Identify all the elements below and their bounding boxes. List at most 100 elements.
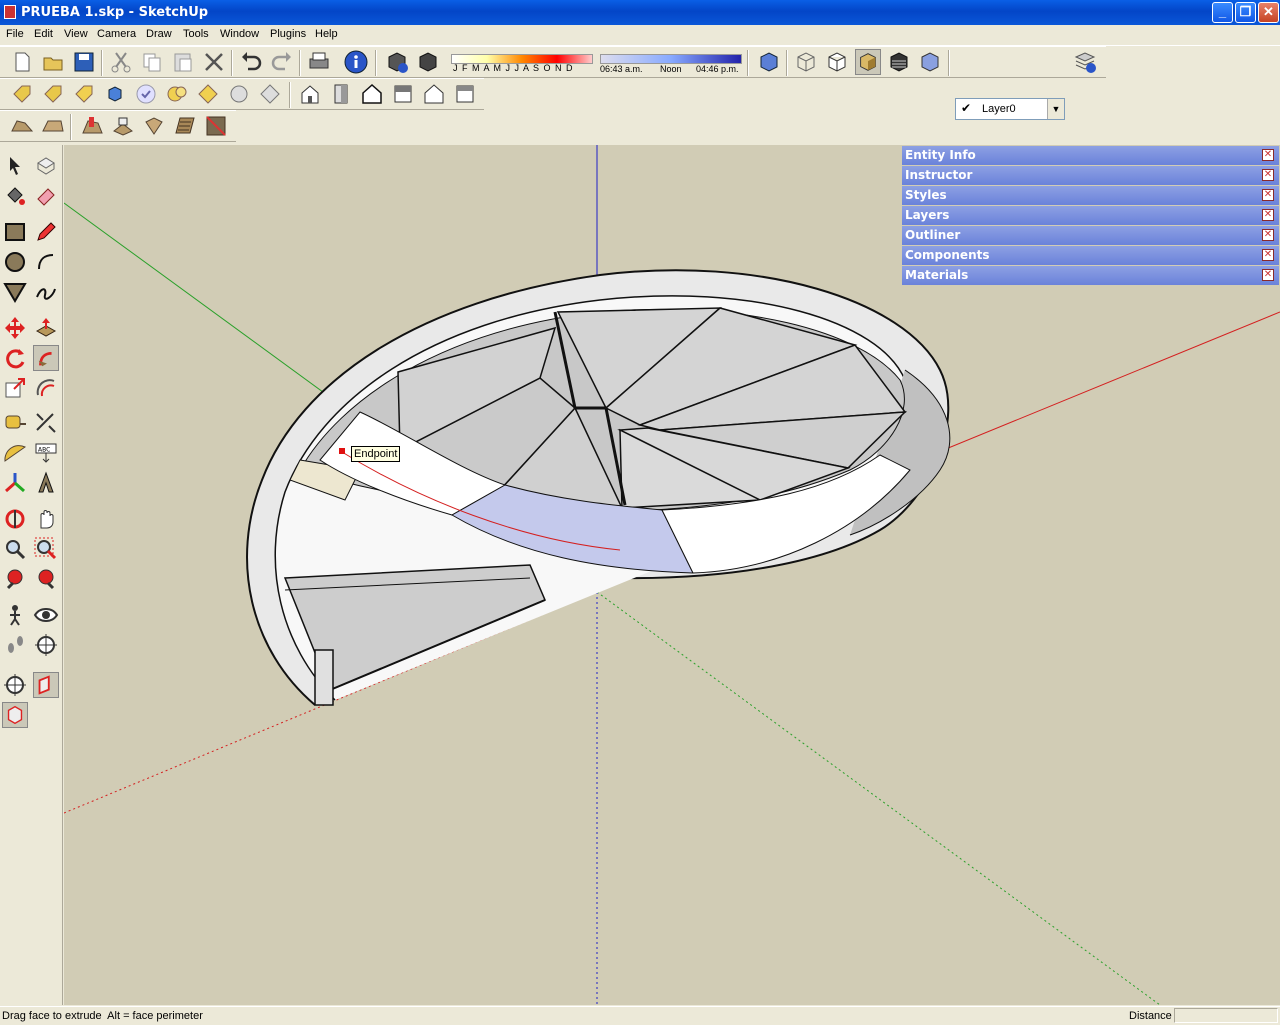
cube-icon[interactable]	[102, 81, 128, 107]
maximize-button[interactable]: ❐	[1235, 2, 1256, 23]
textured-icon[interactable]	[886, 49, 912, 75]
diamond-tag-icon[interactable]	[195, 81, 221, 107]
tray-instructor[interactable]: Instructor ✕	[902, 166, 1279, 185]
tray-components[interactable]: Components ✕	[902, 246, 1279, 265]
menu-tools[interactable]: Tools	[183, 28, 209, 40]
eraser-icon[interactable]	[33, 183, 59, 209]
tag-tool-icon[interactable]	[40, 81, 66, 107]
copy-icon[interactable]	[139, 49, 165, 75]
model-info-icon[interactable]	[343, 49, 369, 75]
select-arrow-icon[interactable]	[2, 153, 28, 179]
3d-text-icon[interactable]	[33, 470, 59, 496]
pencil-icon[interactable]	[33, 219, 59, 245]
terrain-from-scratch-icon[interactable]	[40, 113, 66, 139]
coin-icon[interactable]	[164, 81, 190, 107]
follow-me-icon[interactable]	[33, 345, 59, 371]
stamp-icon[interactable]	[110, 113, 136, 139]
xray-icon[interactable]	[756, 49, 782, 75]
check-circle-icon[interactable]	[133, 81, 159, 107]
save-icon[interactable]	[71, 49, 97, 75]
close-icon[interactable]: ✕	[1262, 149, 1274, 161]
menu-plugins[interactable]: Plugins	[270, 28, 306, 40]
measurements-box[interactable]	[1174, 1008, 1278, 1023]
menu-help[interactable]: Help	[315, 28, 338, 40]
tray-layers[interactable]: Layers ✕	[902, 206, 1279, 225]
close-icon[interactable]: ✕	[1262, 169, 1274, 181]
erase-selection-icon[interactable]	[201, 49, 227, 75]
tray-materials[interactable]: Materials ✕	[902, 266, 1279, 285]
layer-manager-icon[interactable]	[1072, 49, 1098, 75]
flip-edge-icon[interactable]	[203, 113, 229, 139]
shadow-settings-icon[interactable]	[384, 49, 410, 75]
house-front-icon[interactable]	[421, 81, 447, 107]
paint-bucket-icon[interactable]	[2, 183, 28, 209]
tag-tool-icon[interactable]	[71, 81, 97, 107]
window-frame-icon[interactable]	[390, 81, 416, 107]
close-icon[interactable]: ✕	[1262, 249, 1274, 261]
monochrome-icon[interactable]	[917, 49, 943, 75]
tray-entity-info[interactable]: Entity Info ✕	[902, 146, 1279, 165]
minimize-button[interactable]: _	[1212, 2, 1233, 23]
menu-draw[interactable]: Draw	[146, 28, 172, 40]
close-button[interactable]: ✕	[1258, 2, 1279, 23]
circle-tool-icon[interactable]	[2, 249, 28, 275]
menu-camera[interactable]: Camera	[97, 28, 136, 40]
zoom-window-icon[interactable]	[33, 536, 59, 562]
move-icon[interactable]	[2, 315, 28, 341]
new-file-icon[interactable]	[9, 49, 35, 75]
rectangle-icon[interactable]	[2, 219, 28, 245]
wall-icon[interactable]	[452, 81, 478, 107]
push-pull-icon[interactable]	[33, 315, 59, 341]
door-icon[interactable]	[328, 81, 354, 107]
house-icon[interactable]	[297, 81, 323, 107]
offset-icon[interactable]	[33, 375, 59, 401]
arc-icon[interactable]	[33, 249, 59, 275]
walk-footprints-icon[interactable]	[2, 632, 28, 658]
house-outline-icon[interactable]	[359, 81, 385, 107]
cut-icon[interactable]	[108, 49, 134, 75]
wireframe-icon[interactable]	[793, 49, 819, 75]
menu-view[interactable]: View	[64, 28, 88, 40]
paste-icon[interactable]	[170, 49, 196, 75]
scale-icon[interactable]	[2, 375, 28, 401]
close-icon[interactable]: ✕	[1262, 269, 1274, 281]
dimension-icon[interactable]	[33, 410, 59, 436]
smoove-icon[interactable]	[79, 113, 105, 139]
chevron-down-icon[interactable]: ▼	[1047, 99, 1064, 119]
section-plane-icon[interactable]	[33, 632, 59, 658]
terrain-from-contours-icon[interactable]	[9, 113, 35, 139]
tray-outliner[interactable]: Outliner ✕	[902, 226, 1279, 245]
section-fill-icon[interactable]	[2, 702, 28, 728]
menu-edit[interactable]: Edit	[34, 28, 53, 40]
previous-view-icon[interactable]	[2, 566, 28, 592]
hidden-line-icon[interactable]	[824, 49, 850, 75]
print-icon[interactable]	[306, 49, 332, 75]
polygon-icon[interactable]	[2, 279, 28, 305]
look-around-eye-icon[interactable]	[33, 602, 59, 628]
rotate-icon[interactable]	[2, 345, 28, 371]
tape-measure-icon[interactable]	[2, 410, 28, 436]
layer-dropdown[interactable]: ✔ Layer0 ▼	[955, 98, 1065, 120]
section-display-icon[interactable]	[2, 672, 28, 698]
add-detail-icon[interactable]	[172, 113, 198, 139]
protractor-icon[interactable]	[2, 440, 28, 466]
drape-icon[interactable]	[141, 113, 167, 139]
redo-icon[interactable]	[269, 49, 295, 75]
position-camera-icon[interactable]	[2, 602, 28, 628]
menu-window[interactable]: Window	[220, 28, 259, 40]
menu-file[interactable]: File	[6, 28, 24, 40]
time-slider[interactable]	[600, 54, 742, 64]
zoom-icon[interactable]	[2, 536, 28, 562]
tag-tool-icon[interactable]	[9, 81, 35, 107]
open-folder-icon[interactable]	[40, 49, 66, 75]
axes-icon[interactable]	[2, 470, 28, 496]
sketchup-app-icon[interactable]	[4, 5, 16, 19]
make-component-icon[interactable]	[33, 153, 59, 179]
freehand-icon[interactable]	[33, 279, 59, 305]
close-icon[interactable]: ✕	[1262, 189, 1274, 201]
text-tool-icon[interactable]: ABC	[33, 440, 59, 466]
undo-icon[interactable]	[238, 49, 264, 75]
close-icon[interactable]: ✕	[1262, 229, 1274, 241]
circle-icon[interactable]	[226, 81, 252, 107]
pan-hand-icon[interactable]	[33, 506, 59, 532]
